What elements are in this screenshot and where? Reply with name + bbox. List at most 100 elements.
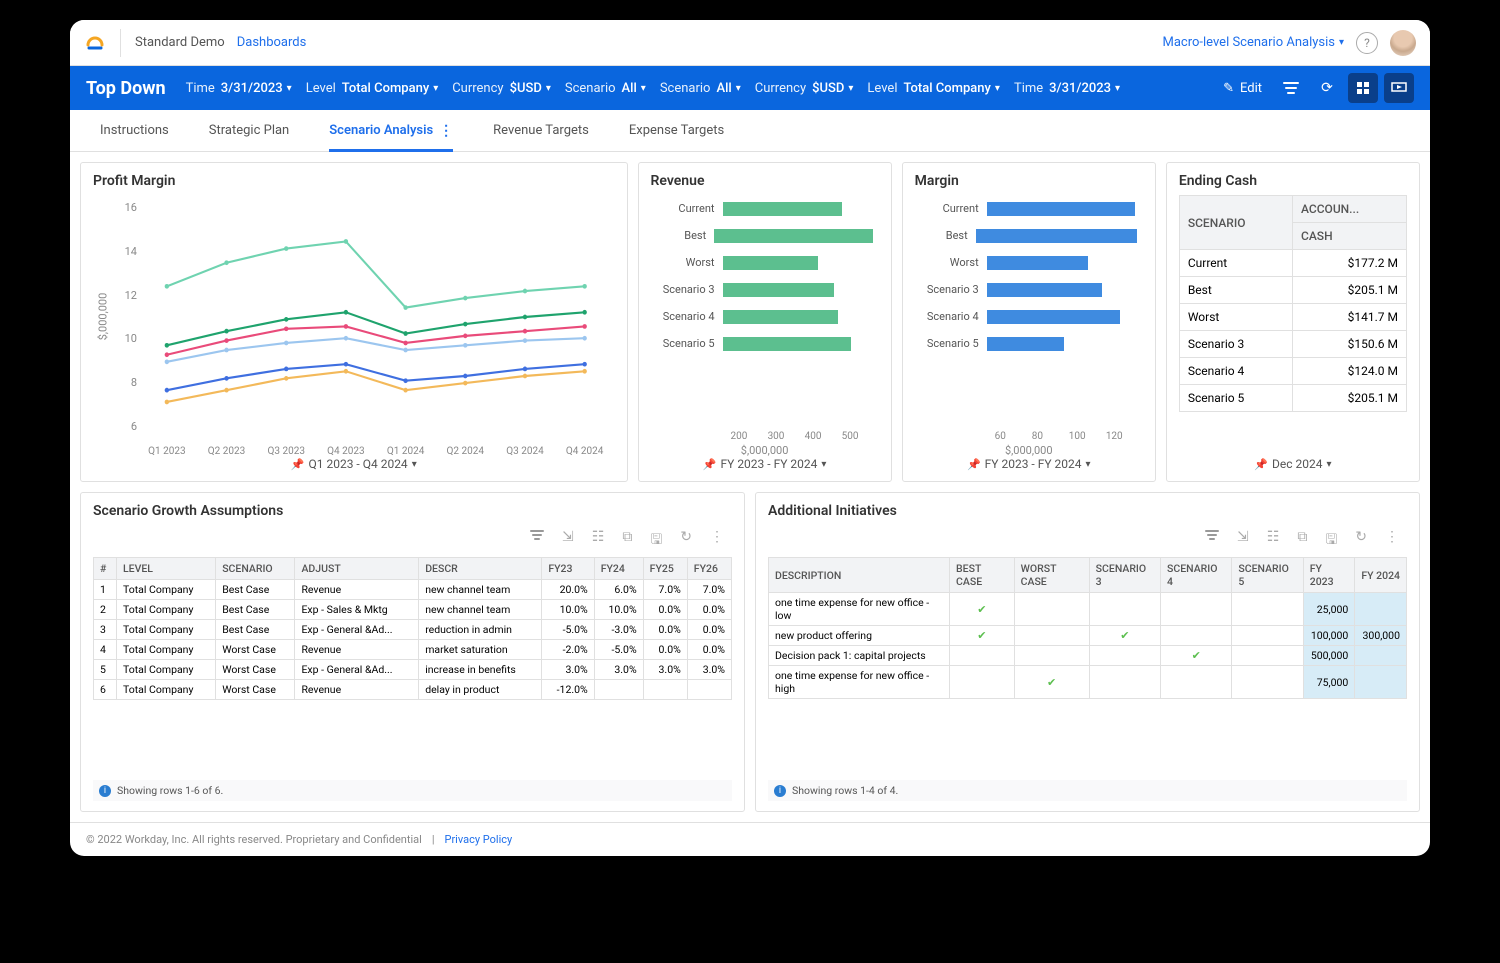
checkbox-cell[interactable]	[950, 646, 1015, 666]
tab-revenue targets[interactable]: Revenue Targets	[493, 110, 589, 151]
checkbox-cell[interactable]: ✔	[1161, 646, 1232, 666]
refresh-icon[interactable]: ↻	[1355, 529, 1367, 553]
more-icon[interactable]: ⋮	[710, 529, 724, 553]
table-row[interactable]: Worst$141.7 M	[1179, 304, 1406, 331]
col-header[interactable]: DESCR	[419, 558, 542, 580]
context-param[interactable]: Currency $USD ▾	[755, 81, 854, 96]
user-avatar[interactable]	[1390, 30, 1416, 56]
table-row[interactable]: 1Total CompanyBest CaseRevenuenew channe…	[94, 580, 732, 600]
checkbox-cell[interactable]	[950, 666, 1015, 699]
panel-footer-label[interactable]: FY 2023 - FY 2024	[985, 457, 1082, 471]
tab-strategic plan[interactable]: Strategic Plan	[209, 110, 289, 151]
col-header[interactable]: SCENARIO 3	[1089, 558, 1160, 593]
checkbox-cell[interactable]	[1232, 646, 1303, 666]
table-row[interactable]: 2Total CompanyBest CaseExp - Sales & Mkt…	[94, 600, 732, 620]
checkbox-cell[interactable]: ✔	[950, 626, 1015, 646]
chevron-down-icon[interactable]: ▾	[1086, 459, 1091, 470]
checkbox-cell[interactable]: ✔	[950, 593, 1015, 626]
save-icon[interactable]: 🖫	[1325, 529, 1337, 553]
filter-icon[interactable]	[530, 529, 544, 553]
col-header[interactable]: FY25	[643, 558, 687, 580]
settings-icon[interactable]: ☷	[592, 529, 605, 553]
checkbox-cell[interactable]	[1232, 593, 1303, 626]
copy-icon[interactable]: ⧉	[622, 529, 632, 553]
filter-icon[interactable]	[1205, 529, 1219, 553]
col-header[interactable]: SCENARIO	[216, 558, 295, 580]
refresh-icon[interactable]: ⟳	[1312, 73, 1342, 103]
checkbox-cell[interactable]	[1014, 646, 1089, 666]
col-header[interactable]: DESCRIPTION	[769, 558, 950, 593]
context-param[interactable]: Time 3/31/2023 ▾	[1014, 81, 1120, 96]
panel-footer-label[interactable]: Q1 2023 - Q4 2024	[309, 457, 408, 471]
col-header[interactable]: FY23	[542, 558, 594, 580]
grid-view-icon[interactable]	[1348, 73, 1378, 103]
checkbox-cell[interactable]	[1232, 626, 1303, 646]
col-cash[interactable]: CASH	[1293, 223, 1407, 250]
tab-scenario analysis[interactable]: Scenario Analysis ⋮	[329, 110, 453, 151]
col-scenario[interactable]: SCENARIO	[1179, 196, 1292, 250]
table-row[interactable]: 5Total CompanyWorst CaseExp - General &A…	[94, 660, 732, 680]
table-row[interactable]: Current$177.2 M	[1179, 250, 1406, 277]
context-param-currency[interactable]: Currency$USD ▾	[452, 81, 551, 96]
col-header[interactable]: LEVEL	[116, 558, 215, 580]
checkbox-cell[interactable]	[1161, 666, 1232, 699]
col-header[interactable]: BEST CASE	[950, 558, 1015, 593]
context-param-level[interactable]: LevelTotal Company ▾	[306, 81, 439, 96]
panel-footer-label[interactable]: FY 2023 - FY 2024	[721, 457, 818, 471]
table-row[interactable]: 4Total CompanyWorst CaseRevenuemarket sa…	[94, 640, 732, 660]
checkbox-cell[interactable]	[1161, 593, 1232, 626]
filter-icon[interactable]	[1276, 73, 1306, 103]
col-header[interactable]: #	[94, 558, 117, 580]
chevron-down-icon[interactable]: ▾	[821, 459, 826, 470]
export-icon[interactable]: ⇲	[562, 529, 574, 553]
checkbox-cell[interactable]	[1232, 666, 1303, 699]
table-row[interactable]: Scenario 4$124.0 M	[1179, 358, 1406, 385]
col-account-group[interactable]: ACCOUN...	[1293, 196, 1407, 223]
table-row[interactable]: 6Total CompanyWorst CaseRevenuedelay in …	[94, 680, 732, 700]
refresh-icon[interactable]: ↻	[680, 529, 692, 553]
table-row[interactable]: 3Total CompanyBest CaseExp - General &Ad…	[94, 620, 732, 640]
help-icon[interactable]: ?	[1356, 32, 1378, 54]
tab-more-icon[interactable]: ⋮	[439, 123, 453, 139]
tab-instructions[interactable]: Instructions	[100, 110, 169, 151]
table-row[interactable]: new product offering✔✔100,000300,000	[769, 626, 1407, 646]
present-icon[interactable]	[1384, 73, 1414, 103]
initiatives-table[interactable]: DESCRIPTIONBEST CASEWORST CASESCENARIO 3…	[768, 557, 1407, 699]
save-icon[interactable]: 🖫	[650, 529, 662, 553]
col-header[interactable]: FY24	[594, 558, 643, 580]
table-row[interactable]: Decision pack 1: capital projects✔500,00…	[769, 646, 1407, 666]
checkbox-cell[interactable]	[1089, 593, 1160, 626]
tab-expense targets[interactable]: Expense Targets	[629, 110, 724, 151]
checkbox-cell[interactable]	[1089, 646, 1160, 666]
edit-button[interactable]: ✎ Edit	[1215, 77, 1270, 100]
context-param-scenario[interactable]: ScenarioAll ▾	[565, 81, 646, 96]
chevron-down-icon[interactable]: ▾	[412, 459, 417, 470]
chevron-down-icon[interactable]: ▾	[1326, 459, 1331, 470]
settings-icon[interactable]: ☷	[1267, 529, 1280, 553]
col-header[interactable]: FY26	[687, 558, 731, 580]
col-header[interactable]: ADJUST	[295, 558, 419, 580]
checkbox-cell[interactable]	[1014, 626, 1089, 646]
growth-table[interactable]: #LEVELSCENARIOADJUSTDESCRFY23FY24FY25FY2…	[93, 557, 732, 700]
table-row[interactable]: one time expense for new office - high✔7…	[769, 666, 1407, 699]
context-param-time[interactable]: Time3/31/2023 ▾	[186, 81, 292, 96]
context-param[interactable]: Level Total Company ▾	[867, 81, 1000, 96]
privacy-link[interactable]: Privacy Policy	[445, 833, 513, 846]
col-header[interactable]: FY 2024	[1355, 558, 1407, 593]
table-row[interactable]: Best$205.1 M	[1179, 277, 1406, 304]
col-header[interactable]: SCENARIO 5	[1232, 558, 1303, 593]
checkbox-cell[interactable]: ✔	[1014, 666, 1089, 699]
export-icon[interactable]: ⇲	[1237, 529, 1249, 553]
col-header[interactable]: SCENARIO 4	[1161, 558, 1232, 593]
panel-footer-label[interactable]: Dec 2024	[1272, 457, 1322, 471]
checkbox-cell[interactable]	[1089, 666, 1160, 699]
table-row[interactable]: one time expense for new office - low✔25…	[769, 593, 1407, 626]
checkbox-cell[interactable]: ✔	[1089, 626, 1160, 646]
table-row[interactable]: Scenario 3$150.6 M	[1179, 331, 1406, 358]
more-icon[interactable]: ⋮	[1385, 529, 1399, 553]
col-header[interactable]: FY 2023	[1303, 558, 1355, 593]
checkbox-cell[interactable]	[1161, 626, 1232, 646]
col-header[interactable]: WORST CASE	[1014, 558, 1089, 593]
table-row[interactable]: Scenario 5$205.1 M	[1179, 385, 1406, 412]
copy-icon[interactable]: ⧉	[1297, 529, 1307, 553]
